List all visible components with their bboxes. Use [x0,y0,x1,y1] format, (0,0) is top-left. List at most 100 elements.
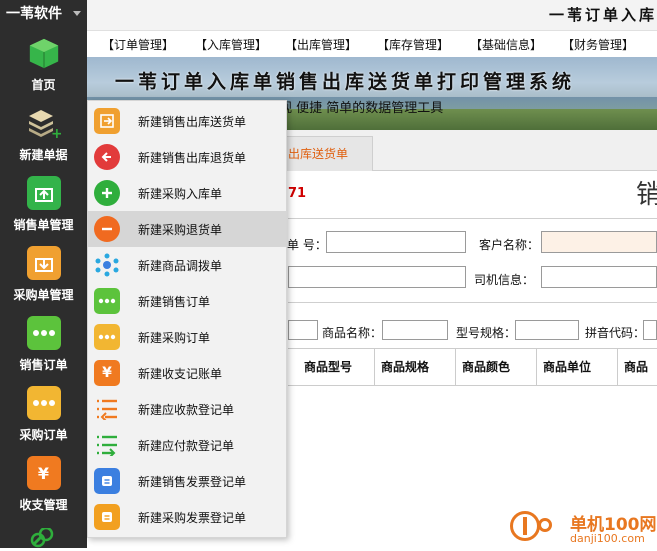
chat-dots-icon [26,386,61,420]
plus-icon [94,180,120,206]
layers-plus-icon: + [27,106,61,140]
sidebar-item-purchase-management[interactable]: 采购单管理 [0,246,87,303]
menu-bar: 【订单管理】 【入库管理】 【出库管理】 【库存管理】 【基础信息】 【财务管理… [87,31,657,57]
sidebar-item-purchase-orders[interactable]: 采购订单 [0,386,87,443]
menu-item-new-payable[interactable]: 新建应付款登记单 [88,427,286,463]
menu-item-new-income-expense[interactable]: ¥ 新建收支记账单 [88,355,286,391]
menu-item-new-purchase-order[interactable]: 新建采购订单 [88,319,286,355]
yen-icon: ¥ [94,360,120,386]
box-download-icon [26,246,61,280]
box-upload-icon [26,176,61,210]
divider [288,302,657,303]
menu-inbound-management[interactable]: 【入库管理】 [195,36,267,53]
invoice-icon [94,468,120,494]
driver-input[interactable] [541,266,657,288]
menu-order-management[interactable]: 【订单管理】 [102,36,174,53]
sidebar-item-sales-orders[interactable]: 销售订单 [0,316,87,373]
customer-label: 客户名称： [479,238,540,252]
menu-item-label: 新建收支记账单 [138,367,223,381]
menu-item-new-sales-order[interactable]: 新建销售订单 [88,283,286,319]
menu-item-new-sales-invoice[interactable]: 新建销售发票登记单 [88,463,286,499]
new-document-dropdown: 新建销售出库送货单 新建销售出库退货单 新建采购入库单 新建采购退货单 新建商品… [87,100,287,538]
window-title: 一苇订单入库 [548,6,657,24]
app-name-label: 一苇软件 [6,6,62,22]
driver-label: 司机信息： [474,273,535,287]
menu-item-label: 新建销售出库退货单 [138,151,247,165]
tab-outbound-delivery[interactable]: 出库送货单 [283,136,373,171]
chat-dots-icon [26,316,61,350]
watermark-url: danji100.com [570,532,645,545]
menu-finance-management[interactable]: 【财务管理】 [562,36,634,53]
minus-icon [94,216,120,242]
column-header[interactable]: 商品颜色 [455,349,510,385]
menu-item-label: 新建销售发票登记单 [138,475,247,489]
menu-item-label: 新建采购入库单 [138,187,223,201]
list-arrow-left-icon [94,396,120,422]
menu-item-label: 新建销售订单 [138,295,211,309]
tab-label: 出库送货单 [288,147,349,161]
sidebar-item-label: 采购订单 [19,428,68,442]
sidebar-item-home[interactable]: 首页 [0,36,87,93]
menu-item-new-purchase-return[interactable]: 新建采购退货单 [88,211,286,247]
menu-item-label: 新建应付款登记单 [138,439,235,453]
sidebar-item-income-expense[interactable]: ¥ 收支管理 [0,456,87,513]
form-title: 销 [636,180,657,210]
customer-input[interactable] [541,231,657,253]
yen-icon: ¥ [26,456,61,490]
list-arrow-right-icon [94,432,120,458]
sidebar-item-label: 新建单据 [19,148,68,162]
menu-item-label: 新建销售出库送货单 [138,115,247,129]
svg-text:+: + [51,126,61,140]
chat-dots-icon [94,324,120,350]
menu-item-new-transfer[interactable]: 新建商品调拨单 [88,247,286,283]
menu-outbound-management[interactable]: 【出库管理】 [285,36,357,53]
menu-item-new-purchase-invoice[interactable]: 新建采购发票登记单 [88,499,286,535]
order-number: 71 [288,186,307,201]
menu-item-new-purchase-inbound[interactable]: 新建采购入库单 [88,175,286,211]
watermark-logo: 单机100网 danji100.com [508,508,657,548]
sidebar-item-label: 销售单管理 [13,218,74,232]
column-header[interactable]: 商品型号 [298,349,352,385]
model-input[interactable] [515,320,579,340]
pinyin-label: 拼音代码： [585,326,646,340]
order-no-label: 单 号： [287,238,327,252]
product-name-input[interactable] [382,320,448,340]
menu-item-label: 新建采购退货单 [138,223,223,237]
menu-item-label: 新建采购发票登记单 [138,511,247,525]
pinyin-input[interactable] [643,320,657,340]
logo-mark-icon [538,518,552,532]
sidebar-item-label: 销售订单 [19,358,68,372]
chat-dots-icon [94,288,120,314]
menu-item-new-sales-return[interactable]: 新建销售出库退货单 [88,139,286,175]
column-header[interactable]: 商品单位 [536,349,591,385]
menu-basic-info[interactable]: 【基础信息】 [470,36,542,53]
arrow-left-icon [94,144,120,170]
sidebar-item-label: 采购单管理 [13,288,74,302]
banner-subtitle: 观 便捷 简单的数据管理工具 [279,101,444,116]
menu-item-new-receivable[interactable]: 新建应收款登记单 [88,391,286,427]
app-name[interactable]: 一苇软件 [0,0,87,28]
banner-title: 一苇订单入库单销售出库送货单打印管理系统 [115,71,576,93]
title-bar: 一苇订单入库 [87,0,657,31]
menu-item-label: 新建应收款登记单 [138,403,235,417]
product-name-label: 商品名称： [322,326,383,340]
menu-item-label: 新建商品调拨单 [138,259,223,273]
invoice-icon [94,504,120,530]
sidebar: 一苇软件 首页 + 新建单据 销售单管理 采购单管理 销售订单 采购订单 ¥ 收… [0,0,87,548]
sidebar-item-sales-management[interactable]: 销售单管理 [0,176,87,233]
column-header[interactable]: 商品规格 [374,349,429,385]
sidebar-item-new-document[interactable]: + 新建单据 [0,106,87,163]
sidebar-item-label: 收支管理 [19,498,68,512]
column-header[interactable]: 商品 [617,349,648,385]
divider [288,218,657,219]
product-table-header: 商品型号 商品规格 商品颜色 商品单位 商品 [288,348,657,386]
box-icon [27,36,61,70]
link-icon[interactable] [28,526,58,548]
address-input[interactable] [288,266,466,288]
chevron-down-icon[interactable] [73,11,81,16]
logo-mark-icon [510,511,540,541]
search-input[interactable] [288,320,318,340]
order-no-input[interactable] [326,231,466,253]
menu-inventory-management[interactable]: 【库存管理】 [377,36,449,53]
menu-item-new-sales-delivery[interactable]: 新建销售出库送货单 [88,103,286,139]
